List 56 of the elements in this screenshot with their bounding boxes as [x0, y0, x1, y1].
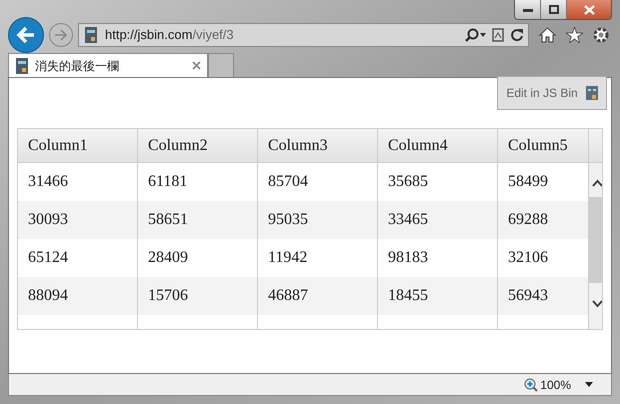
- address-bar[interactable]: http://jsbin.com/viyef/3: [78, 23, 529, 47]
- url-text: http://jsbin.com/viyef/3: [105, 26, 234, 44]
- settings-icon[interactable]: [593, 27, 609, 43]
- search-icon[interactable]: [464, 28, 486, 42]
- table-cell-text: 61181: [148, 172, 188, 192]
- zoom-level[interactable]: 100%: [540, 376, 571, 394]
- close-button[interactable]: [567, 0, 611, 19]
- table-cell-text: 58499: [508, 172, 548, 192]
- table-cell-text: 88094: [28, 286, 68, 306]
- table-cell-text: 30093: [28, 210, 68, 230]
- minimize-button[interactable]: [515, 0, 541, 19]
- column-header: Column5: [508, 136, 568, 156]
- compatibility-icon[interactable]: [492, 28, 504, 42]
- tab-title: 消失的最後一欄: [35, 58, 119, 74]
- back-arrow-icon: [16, 26, 36, 44]
- close-icon: [584, 4, 594, 14]
- column-header: Column4: [388, 136, 448, 156]
- table-cell-text: 18455: [388, 286, 428, 306]
- maximize-button[interactable]: [541, 0, 567, 19]
- vertical-scrollbar[interactable]: [589, 163, 602, 329]
- zoom-icon[interactable]: [524, 378, 538, 392]
- back-button[interactable]: [8, 17, 44, 53]
- table-cell-text: 11942: [268, 248, 308, 268]
- scroll-down-icon[interactable]: [592, 300, 602, 308]
- scroll-up-icon[interactable]: [592, 179, 602, 187]
- home-icon[interactable]: [539, 27, 556, 43]
- close-tab-icon[interactable]: [192, 61, 201, 70]
- site-icon: [15, 58, 29, 74]
- scrollbar-thumb[interactable]: [588, 197, 602, 283]
- column-header: Column1: [28, 136, 88, 156]
- dropdown-icon[interactable]: [585, 382, 593, 387]
- forward-arrow-icon: [54, 29, 68, 41]
- table-cell-text: 32106: [508, 248, 548, 268]
- table-cell-text: 95035: [268, 210, 308, 230]
- site-icon: [83, 27, 99, 43]
- maximize-icon: [548, 5, 558, 14]
- table-cell-text: 56943: [508, 286, 548, 306]
- table-cell-text: 28409: [148, 248, 188, 268]
- table-cell-text: 33465: [388, 210, 428, 230]
- table-cell-text: 98183: [388, 248, 428, 268]
- table-cell-text: 58651: [148, 210, 188, 230]
- table-cell-text: 65124: [28, 248, 68, 268]
- table-cell-text: 35685: [388, 172, 428, 192]
- js-bin-icon: [586, 86, 598, 100]
- column-header: Column3: [268, 136, 328, 156]
- minimize-icon: [522, 8, 532, 12]
- table-cell-text: 69288: [508, 210, 548, 230]
- column-header: Column2: [148, 136, 208, 156]
- table-cell-text: 31466: [28, 172, 68, 192]
- table-cell-text: 46887: [268, 286, 308, 306]
- edit-in-js-bin-button[interactable]: Edit in JS Bin: [497, 76, 607, 110]
- browser-tab[interactable]: 消失的最後一欄: [8, 53, 208, 77]
- table-cell-text: 15706: [148, 286, 188, 306]
- refresh-icon[interactable]: [510, 28, 524, 42]
- table-cell-text: 85704: [268, 172, 308, 192]
- star-icon[interactable]: [566, 27, 583, 43]
